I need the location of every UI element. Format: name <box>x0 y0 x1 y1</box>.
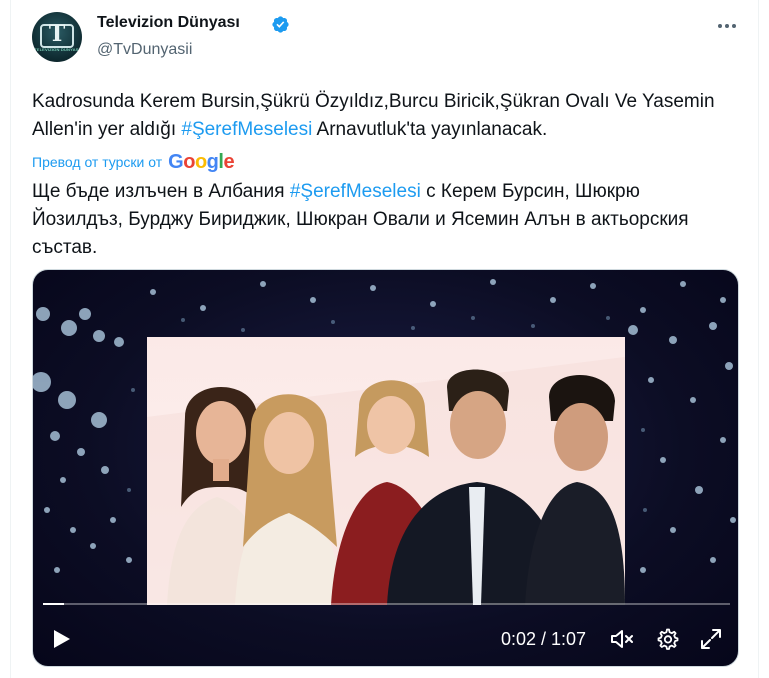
video-time: 0:02 / 1:07 <box>501 629 587 649</box>
translated-hashtag-link[interactable]: #ŞerefMeselesi <box>290 181 421 202</box>
cast-member-2 <box>235 394 343 605</box>
avatar-subtext: TELEVIZION DUNYASI <box>34 47 80 52</box>
play-icon[interactable] <box>49 627 73 651</box>
more-horizontal-icon[interactable] <box>713 14 741 38</box>
avatar[interactable]: T TELEVIZION DUNYASI <box>32 12 82 62</box>
tweet-text-part2: Arnavutluk'ta yayınlanacak. <box>312 119 548 140</box>
avatar-letter: T <box>48 21 66 47</box>
video-player[interactable]: 0:02 / 1:07 <box>32 269 739 667</box>
translated-text: Ще бъде излъчен в Албания #ŞerefMeselesi… <box>32 178 732 262</box>
translated-text-part1: Ще бъде излъчен в Албания <box>32 181 290 202</box>
video-poster <box>147 337 625 605</box>
settings-gear-icon[interactable] <box>655 627 679 651</box>
video-progress-fill <box>43 603 64 605</box>
video-progress-bar[interactable] <box>43 603 730 605</box>
author-name[interactable]: Televizion Dünyası <box>97 14 240 32</box>
author-handle[interactable]: @TvDunyasii <box>97 41 192 59</box>
translation-attribution[interactable]: Превод от турски от Google <box>32 150 235 173</box>
cast-illustration <box>147 357 625 605</box>
tweet-text: Kadrosunda Kerem Bursin,Şükrü Özyıldız,B… <box>32 88 732 144</box>
google-logo: Google <box>168 151 235 173</box>
hashtag-link[interactable]: #ŞerefMeselesi <box>181 119 312 140</box>
fullscreen-icon[interactable] <box>699 627 723 651</box>
volume-muted-icon[interactable] <box>609 627 635 651</box>
verified-badge-icon <box>272 16 289 33</box>
translation-label[interactable]: Превод от турски от <box>32 154 162 170</box>
